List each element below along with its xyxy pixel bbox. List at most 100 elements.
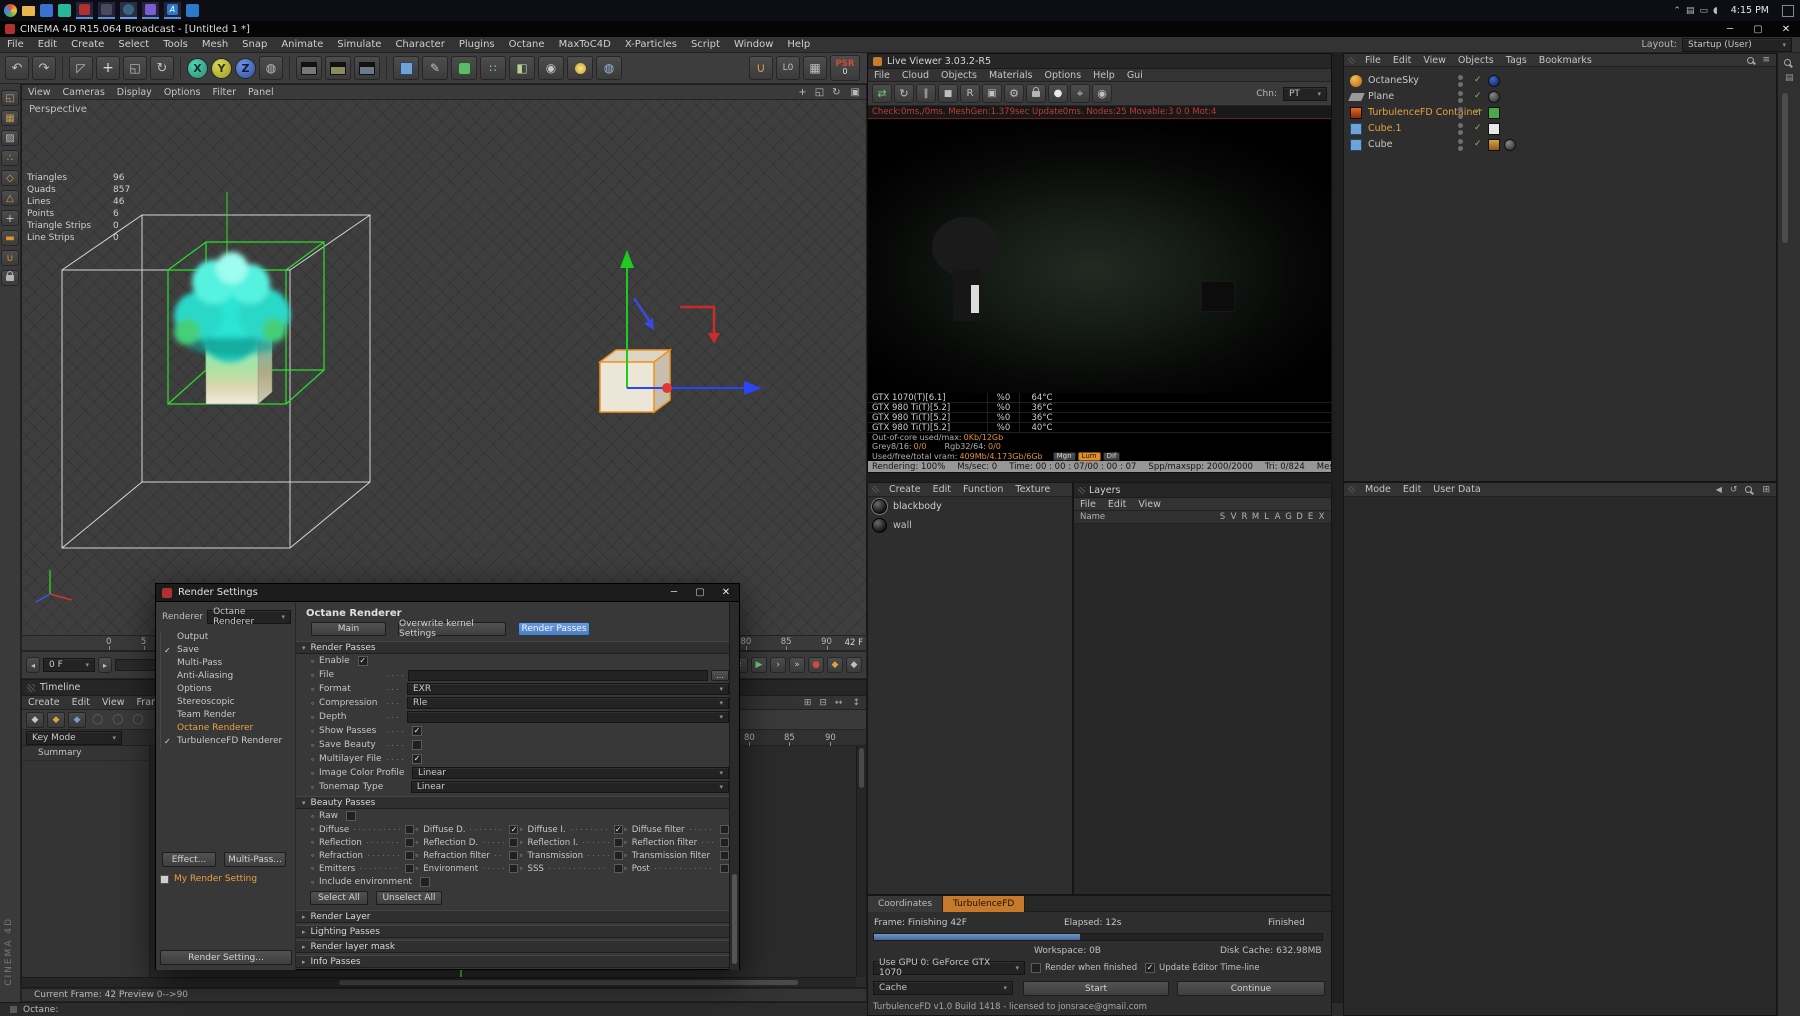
pass-checkbox[interactable] bbox=[719, 851, 729, 860]
object-row-turbulencefd-container[interactable]: TurbulenceFD Container ✓ bbox=[1344, 105, 1776, 121]
vp-maximize-icon[interactable]: ▣ bbox=[845, 87, 866, 98]
compression-select[interactable]: Rle bbox=[407, 697, 729, 709]
om-menu-view[interactable]: View bbox=[1417, 55, 1452, 66]
visibility-dots[interactable] bbox=[1458, 75, 1463, 87]
lv-camera-pick-icon[interactable]: ◉ bbox=[1092, 84, 1112, 103]
menu-octane[interactable]: Octane bbox=[502, 39, 552, 50]
pass-checkbox[interactable] bbox=[405, 864, 415, 873]
om-menu-file[interactable]: File bbox=[1359, 55, 1387, 66]
am-menu-mode[interactable]: Mode bbox=[1359, 484, 1397, 495]
tab-overwrite-kernel[interactable]: Overwrite kernel Settings bbox=[398, 619, 506, 639]
dialog-minimize-button[interactable]: ─ bbox=[661, 587, 687, 598]
object-row-cube1[interactable]: Cube.1 ✓ bbox=[1344, 121, 1776, 137]
color-profile-select[interactable]: Linear bbox=[412, 767, 729, 779]
lv-menu-materials[interactable]: Materials bbox=[983, 70, 1039, 81]
psr-script-button[interactable]: PSR 0 bbox=[830, 55, 860, 81]
menu-simulate[interactable]: Simulate bbox=[330, 39, 388, 50]
object-enabled-check[interactable]: ✓ bbox=[1474, 123, 1482, 133]
rs-tree-options[interactable]: Options bbox=[161, 684, 295, 697]
network-icon[interactable]: ▤ bbox=[1686, 6, 1695, 16]
menu-character[interactable]: Character bbox=[388, 39, 451, 50]
frame-step-forward-icon[interactable]: ▸ bbox=[98, 657, 112, 673]
tl-menu-view[interactable]: View bbox=[96, 697, 131, 708]
effect-button[interactable]: Effect... bbox=[162, 852, 216, 867]
maximize-button[interactable]: ▢ bbox=[1744, 24, 1772, 35]
make-editable-icon[interactable]: ◱ bbox=[1, 90, 19, 106]
emitter-tag-icon[interactable] bbox=[1488, 139, 1500, 151]
edges-mode-icon[interactable]: ◇ bbox=[1, 170, 19, 186]
vp-zoom-icon[interactable]: ◱ bbox=[811, 87, 828, 98]
summary-track[interactable]: Summary bbox=[22, 746, 149, 761]
tl-zoom-in-icon[interactable]: ⊞ bbox=[800, 698, 816, 708]
menu-tools[interactable]: Tools bbox=[156, 39, 195, 50]
lock-workplane-tile[interactable]: L0 bbox=[776, 56, 800, 80]
texture-mode-icon[interactable]: ▨ bbox=[1, 130, 19, 146]
pass-checkbox[interactable] bbox=[405, 825, 415, 834]
section-beauty-passes[interactable]: Beauty Passes bbox=[296, 796, 739, 809]
menu-maxtoc4d[interactable]: MaxToC4D bbox=[552, 39, 618, 50]
material-thumbnail[interactable] bbox=[872, 518, 887, 533]
tl-zoom-out-icon[interactable]: ⊟ bbox=[815, 698, 831, 708]
object-name[interactable]: Cube bbox=[1368, 139, 1393, 150]
minimize-button[interactable]: ─ bbox=[1716, 24, 1744, 35]
menu-animate[interactable]: Animate bbox=[274, 39, 330, 50]
workplane-icon[interactable]: ▦ bbox=[803, 56, 827, 80]
om-vscrollbar-thumb[interactable] bbox=[1782, 93, 1788, 243]
my-render-setting[interactable]: My Render Setting bbox=[174, 874, 257, 884]
key-position-icon[interactable]: ◆ bbox=[26, 711, 44, 728]
menu-file[interactable]: File bbox=[0, 39, 31, 50]
object-enabled-check[interactable]: ✓ bbox=[1474, 91, 1482, 101]
redo-icon[interactable]: ↷ bbox=[32, 56, 56, 80]
am-search-icon[interactable] bbox=[1745, 486, 1753, 493]
vp-menu-options[interactable]: Options bbox=[158, 87, 207, 98]
mat-menu-edit[interactable]: Edit bbox=[927, 484, 957, 495]
render-picture-viewer-icon[interactable] bbox=[325, 56, 351, 80]
light-icon[interactable] bbox=[567, 56, 593, 80]
lv-lock-icon[interactable] bbox=[1026, 84, 1046, 103]
update-editor-checkbox[interactable] bbox=[1145, 963, 1155, 973]
lv-menu-gui[interactable]: Gui bbox=[1121, 70, 1149, 81]
rs-tree-turbulencefd-renderer[interactable]: ✓ TurbulenceFD Renderer bbox=[161, 736, 295, 749]
tl-menu-edit[interactable]: Edit bbox=[66, 697, 96, 708]
vp-menu-cameras[interactable]: Cameras bbox=[57, 87, 111, 98]
visibility-dots[interactable] bbox=[1458, 123, 1463, 135]
strip-list-icon[interactable]: ▤ bbox=[1785, 73, 1794, 83]
start-button[interactable]: Start bbox=[1023, 981, 1169, 996]
menu-edit[interactable]: Edit bbox=[31, 39, 64, 50]
app-icon-active[interactable] bbox=[76, 2, 93, 19]
menu-help[interactable]: Help bbox=[780, 39, 817, 50]
menu-snap[interactable]: Snap bbox=[235, 39, 274, 50]
multilayer-checkbox[interactable] bbox=[412, 754, 422, 764]
section-render-layer[interactable]: Render Layer bbox=[296, 910, 739, 923]
rs-tree-stereoscopic[interactable]: Stereoscopic bbox=[161, 697, 295, 710]
am-menu-userdata[interactable]: User Data bbox=[1427, 484, 1486, 495]
tl-fit-vertical-icon[interactable]: ↕ bbox=[846, 698, 866, 708]
app-icon-active[interactable] bbox=[120, 2, 137, 19]
om-menu-edit[interactable]: Edit bbox=[1387, 55, 1417, 66]
folder-icon[interactable] bbox=[22, 5, 35, 16]
file-path-input[interactable] bbox=[408, 669, 708, 681]
array-generator-icon[interactable]: ∷ bbox=[480, 56, 506, 80]
pass-checkbox[interactable] bbox=[719, 825, 729, 834]
pass-checkbox[interactable] bbox=[509, 838, 519, 847]
search-icon[interactable] bbox=[1747, 56, 1755, 64]
select-all-button[interactable]: Select All bbox=[310, 891, 368, 905]
menu-create[interactable]: Create bbox=[64, 39, 111, 50]
material-name[interactable]: blackbody bbox=[893, 501, 942, 512]
key-filter-icon[interactable]: ◯ bbox=[129, 714, 146, 725]
mat-menu-texture[interactable]: Texture bbox=[1009, 484, 1056, 495]
environment-icon[interactable]: ◍ bbox=[596, 56, 622, 80]
pass-checkbox[interactable] bbox=[613, 851, 623, 860]
lv-region-icon[interactable]: ▣ bbox=[982, 84, 1002, 103]
key-rotation-icon[interactable]: ◆ bbox=[68, 711, 86, 728]
key-filter-icon[interactable]: ◯ bbox=[89, 714, 106, 725]
display-icon[interactable]: ▭ bbox=[1699, 6, 1708, 16]
sky-tag-icon[interactable] bbox=[1488, 75, 1500, 87]
vp-menu-panel[interactable]: Panel bbox=[242, 87, 280, 98]
mat-menu-function[interactable]: Function bbox=[957, 484, 1009, 495]
dialog-maximize-button[interactable]: ▢ bbox=[687, 587, 713, 598]
lv-pause-icon[interactable]: ‖ bbox=[916, 84, 936, 103]
render-view[interactable] bbox=[868, 119, 1331, 393]
timeline-hscrollbar[interactable] bbox=[22, 977, 856, 987]
dialog-titlebar[interactable]: Render Settings ─ ▢ ✕ bbox=[156, 584, 739, 602]
